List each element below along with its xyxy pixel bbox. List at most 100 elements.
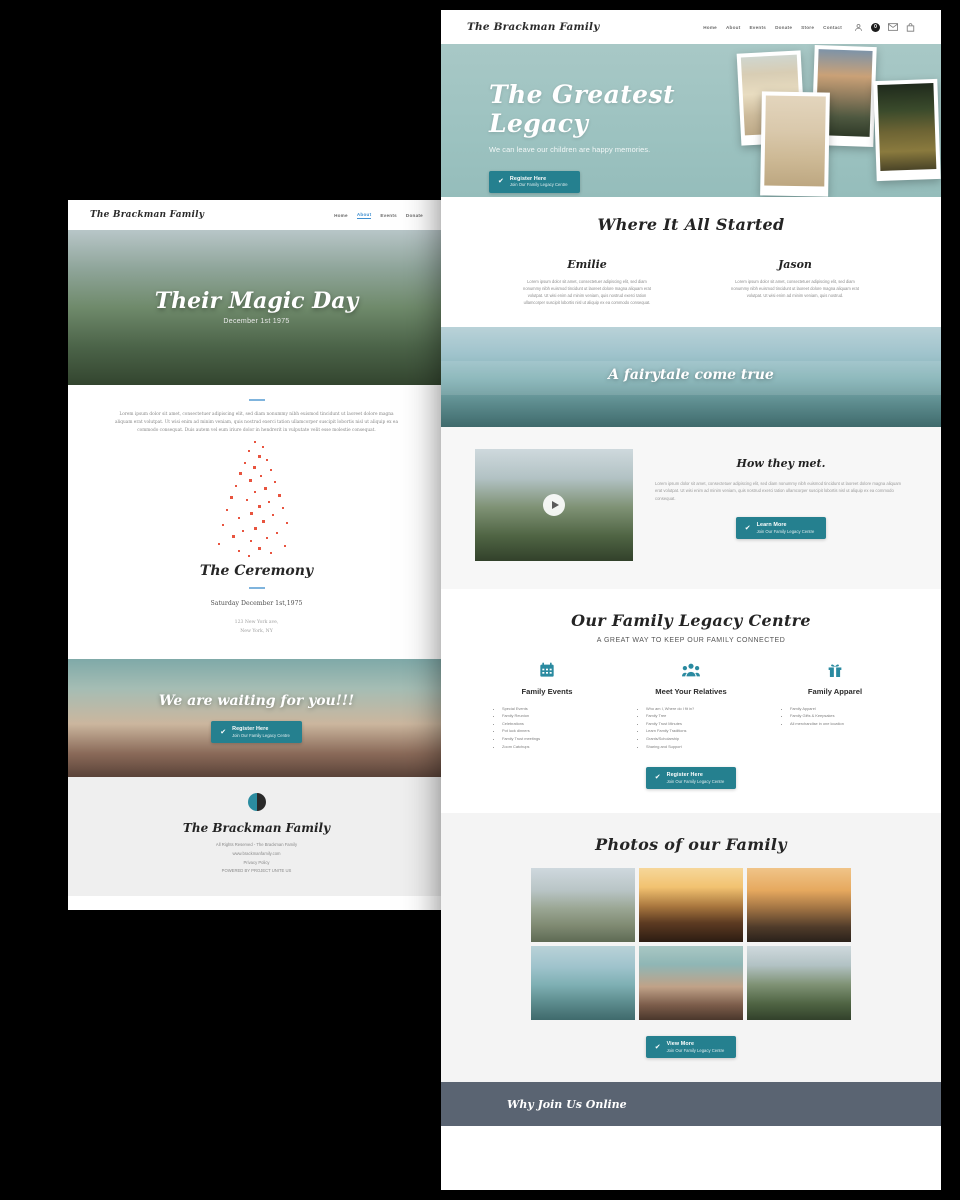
footer-line-privacy[interactable]: Privacy Policy: [243, 860, 269, 865]
feature-title: Family Events: [521, 686, 573, 696]
nav-item-events[interactable]: Events: [380, 213, 397, 218]
footer-lines: All Rights Reserved - The Brackman Famil…: [68, 841, 445, 876]
cta-secondary-label: Join Our Family Legacy Centre: [232, 733, 290, 739]
photos-cta-wrap: ✔ View More Join Our Family Legacy Centr…: [467, 1036, 915, 1059]
fairytale-banner: A fairytale come true: [441, 326, 941, 427]
list-item: Sharing and Support: [646, 743, 752, 751]
back-browser-window: The Brackman Family Home About Events Do…: [68, 200, 445, 910]
site-brand[interactable]: The Brackman Family: [467, 21, 600, 33]
cta-secondary-label: Join Our Family Legacy Centre: [666, 1048, 725, 1054]
section-title: Photos of our Family: [595, 834, 787, 854]
nav-item-store[interactable]: Store: [801, 25, 814, 30]
legacy-centre-section: Our Family Legacy Centre A GREAT WAY TO …: [441, 588, 941, 813]
site-brand[interactable]: The Brackman Family: [90, 210, 204, 220]
where-it-started-section: Where It All Started Emilie Lorem ipsum …: [441, 197, 941, 327]
gallery-photo[interactable]: [639, 945, 743, 1020]
feature-list: Who am I, Where do I fit in? Family Tree…: [646, 705, 752, 751]
legacy-register-button[interactable]: ✔ Register Here Join Our Family Legacy C…: [645, 766, 737, 789]
footer-brand: The Brackman Family: [182, 820, 331, 835]
back-hero: Their Magic Day December 1st 1975: [68, 230, 445, 385]
person-card-jason: Jason Lorem ipsum dolor sit amet, consec…: [709, 250, 881, 307]
footer-line-website[interactable]: www.brackmanfamily.com: [232, 851, 280, 856]
person-name: Emilie: [567, 258, 607, 271]
user-icon[interactable]: [854, 23, 863, 32]
nav-item-about[interactable]: About: [356, 212, 372, 219]
footer-line-powered: POWERED BY PROJECT UNITE US: [221, 868, 292, 874]
footer-line-rights: All Rights Reserved - The Brackman Famil…: [215, 841, 298, 847]
list-item: Family Trust Minutes: [646, 720, 752, 728]
ceremony-date: Saturday December 1st,1975: [210, 600, 303, 608]
nav-item-donate[interactable]: Donate: [406, 213, 423, 218]
nav-item-about[interactable]: About: [726, 25, 741, 30]
gallery-photo[interactable]: [531, 867, 635, 942]
ceremony-address-line1: 123 New York ave,: [234, 620, 279, 626]
nav-item-contact[interactable]: Contact: [823, 25, 842, 30]
cta-secondary-label: Join Our Family Legacy Centre: [509, 182, 568, 188]
feature-family-events: Family Events Special Events Family Reun…: [486, 662, 608, 751]
check-icon: ✔: [220, 728, 227, 736]
notification-icon[interactable]: 0: [871, 22, 880, 32]
ceremony-title: The Ceremony: [199, 563, 314, 580]
list-item: Who am I, Where do I fit in?: [646, 705, 752, 713]
cta-secondary-label: Join Our Family Legacy Centre: [666, 778, 725, 784]
nav-item-home[interactable]: Home: [334, 213, 348, 218]
hero-title: The Greatest Legacy: [489, 80, 675, 138]
feature-meet-relatives: Meet Your Relatives Who am I, Where do I…: [630, 662, 752, 751]
back-intro-section: Lorem ipsum dolor sit amet, consectetuer…: [68, 385, 445, 659]
waiting-banner: We are waiting for you!!! ✔ Register Her…: [68, 658, 445, 777]
check-icon: ✔: [498, 178, 504, 185]
cta-labels: Register Here Join Our Family Legacy Cen…: [232, 726, 290, 738]
how-they-met-copy: How they met. Lorem ipsum dolor sit amet…: [655, 449, 907, 561]
section-title: Where It All Started: [597, 215, 785, 234]
legacy-cta-wrap: ✔ Register Here Join Our Family Legacy C…: [467, 766, 915, 789]
section-subtitle: A GREAT WAY TO KEEP OUR FAMILY CONNECTED: [596, 636, 786, 644]
feature-family-apparel: Family Apparel Family Apparel Family Gif…: [774, 662, 896, 751]
how-they-met-title: How they met.: [736, 456, 826, 470]
list-item: Learn Family Traditions: [646, 727, 752, 735]
notification-badge-count: 0: [874, 24, 877, 30]
cta-primary-label: Register Here: [232, 726, 269, 733]
register-here-button[interactable]: ✔ Register Here Join Our Family Legacy C…: [211, 721, 302, 744]
nav-item-home[interactable]: Home: [703, 25, 717, 30]
photos-section: Photos of our Family ✔ View More Join Ou…: [441, 812, 941, 1083]
gift-icon: [774, 662, 896, 682]
feature-list: Special Events Family Reunion Celebratio…: [502, 705, 608, 751]
how-they-met-video[interactable]: [475, 448, 633, 561]
back-hero-title: Their Magic Day: [154, 288, 359, 314]
ceremony-address-line2: New York, NY: [240, 629, 273, 635]
ceremony-block: The Ceremony Saturday December 1st,1975 …: [68, 559, 445, 658]
how-they-met-text: Lorem ipsum dolor sit amet, consectetuer…: [655, 480, 902, 502]
person-bio: Lorem ipsum dolor sit amet, consectetuer…: [523, 279, 651, 306]
cta-primary-label: Learn More: [756, 522, 787, 529]
view-more-button[interactable]: ✔ View More Join Our Family Legacy Centr…: [645, 1036, 737, 1059]
cta-labels: Register Here Join Our Family Legacy Cen…: [667, 772, 725, 784]
gallery-photo[interactable]: [531, 945, 635, 1020]
mail-icon[interactable]: [888, 23, 898, 31]
bag-icon[interactable]: [906, 22, 915, 32]
cta-labels: View More Join Our Family Legacy Centre: [667, 1041, 725, 1053]
play-icon[interactable]: [543, 493, 565, 516]
nav-item-donate[interactable]: Donate: [775, 25, 792, 30]
back-site-footer: The Brackman Family All Rights Reserved …: [68, 776, 445, 897]
nav-item-events[interactable]: Events: [749, 25, 766, 30]
person-name: Jason: [778, 258, 812, 271]
screenshot-stage: The Brackman Family Home About Events Do…: [0, 0, 960, 1200]
why-join-bar: Why Join Us Online: [441, 1082, 941, 1127]
list-item: Family Apparel: [790, 705, 896, 713]
list-item: Zoom Catchups: [502, 743, 608, 751]
gallery-photo[interactable]: [747, 945, 851, 1020]
back-hero-caption: Their Magic Day December 1st 1975: [68, 288, 445, 325]
gallery-photo[interactable]: [639, 867, 743, 942]
check-icon: ✔: [654, 774, 661, 782]
cta-labels: Learn More Join Our Family Legacy Centre: [757, 522, 815, 534]
cta-labels: Register Here Join Our Family Legacy Cen…: [510, 176, 568, 188]
cta-primary-label: Register Here: [509, 175, 547, 182]
photo-grid: [467, 867, 915, 1020]
back-site-header: The Brackman Family Home About Events Do…: [68, 200, 445, 230]
list-item: Family Trust meetings: [502, 735, 608, 743]
gallery-photo[interactable]: [747, 867, 851, 942]
waiting-cta-wrap: ✔ Register Here Join Our Family Legacy C…: [68, 721, 445, 744]
cta-primary-label: Register Here: [666, 771, 703, 778]
hero-register-button[interactable]: ✔ Register Here Join Our Family Legacy C…: [489, 170, 580, 193]
learn-more-button[interactable]: ✔ Learn More Join Our Family Legacy Cent…: [735, 517, 827, 540]
